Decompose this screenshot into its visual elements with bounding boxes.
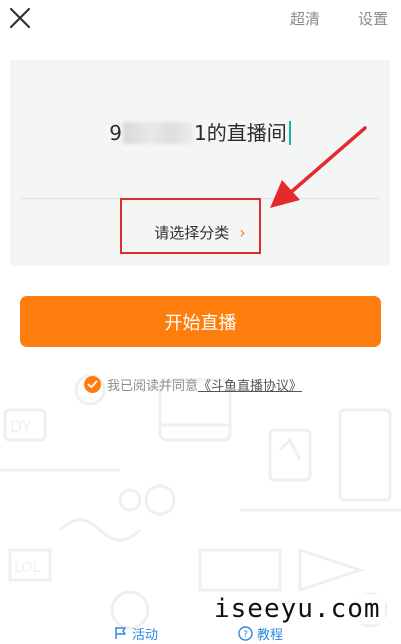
svg-text:?: ?: [243, 630, 248, 640]
svg-text:LOL: LOL: [14, 560, 40, 576]
check-icon: [87, 380, 98, 388]
activity-link[interactable]: 活动: [114, 624, 159, 643]
agreement-link[interactable]: 《斗鱼直播协议》: [198, 375, 302, 394]
svg-text:DY: DY: [10, 417, 31, 436]
agreement-checkbox[interactable]: [84, 375, 101, 393]
settings-button[interactable]: 设置: [358, 8, 388, 29]
room-title-suffix: 1的直播间: [194, 120, 287, 145]
site-watermark: iseeyu.com: [210, 594, 385, 624]
agreement-row: 我已阅读并同意 《斗鱼直播协议》: [84, 374, 302, 394]
top-bar: 超清 设置: [0, 0, 401, 36]
redacted-mask: [123, 121, 193, 144]
close-button[interactable]: [8, 6, 32, 30]
tutorial-link[interactable]: ? 教程: [238, 624, 284, 643]
room-title-input[interactable]: 9 1的直播间: [109, 117, 291, 146]
quality-button[interactable]: 超清: [290, 8, 320, 29]
close-icon: [9, 7, 31, 29]
tutorial-label: 教程: [257, 627, 284, 643]
room-title-prefix: 9: [109, 120, 122, 145]
room-title-row: 9 1的直播间: [10, 116, 390, 146]
annotation-highlight-box: [120, 198, 261, 254]
flag-icon: [115, 627, 126, 639]
agreement-text: 我已阅读并同意: [107, 378, 199, 394]
start-live-button[interactable]: 开始直播: [20, 296, 381, 347]
help-circle-icon: ?: [238, 625, 253, 641]
text-caret: [288, 120, 291, 145]
activity-label: 活动: [132, 627, 159, 643]
